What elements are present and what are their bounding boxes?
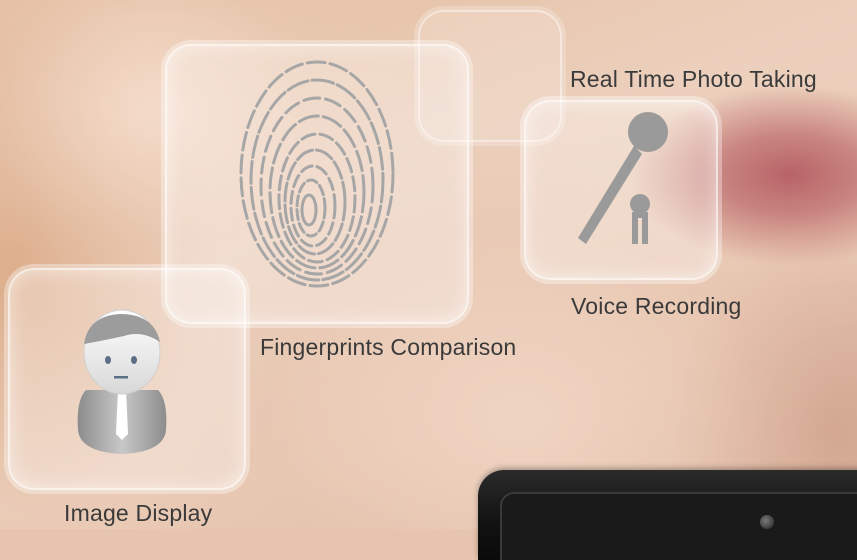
voice-recording-label: Voice Recording — [571, 293, 742, 319]
device-screen — [500, 492, 857, 560]
image-display-card[interactable] — [8, 268, 246, 490]
photo-taking-label: Real Time Photo Taking — [570, 66, 817, 92]
voice-recording-card[interactable] — [524, 100, 718, 280]
camera-icon — [760, 515, 774, 529]
person-icon — [77, 309, 167, 454]
microphone-icon — [578, 112, 668, 244]
fingerprint-label: Fingerprints Comparison — [260, 334, 517, 360]
handheld-device — [478, 470, 857, 560]
image-display-label: Image Display — [64, 500, 213, 526]
